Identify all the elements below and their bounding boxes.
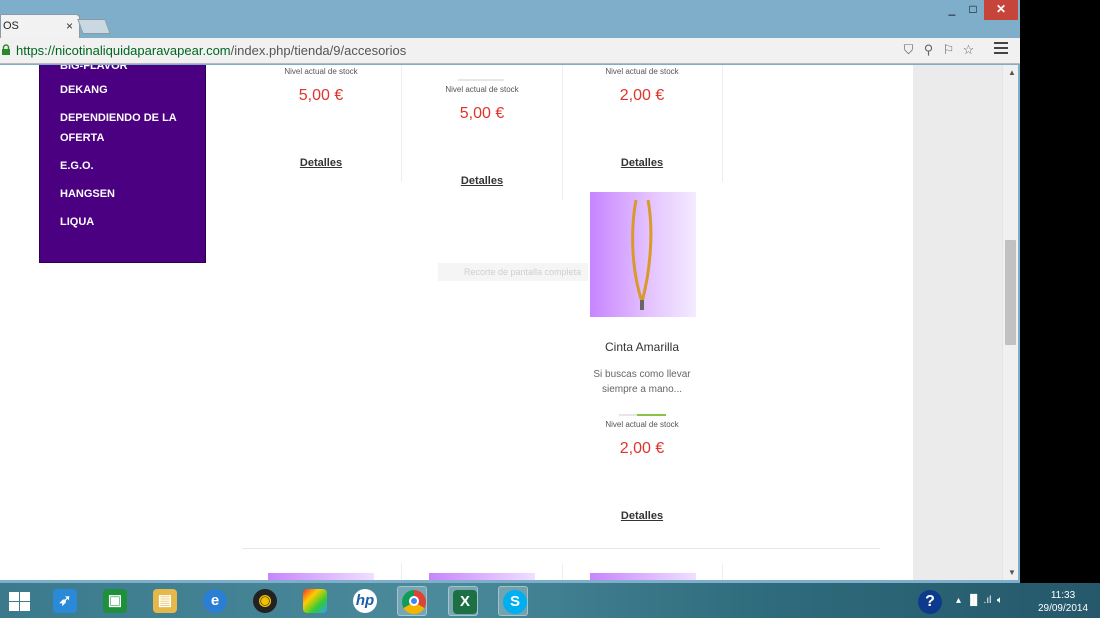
description-line: Si buscas como llevar [593,369,691,380]
sidebar-item-big-flavor[interactable]: BIG-FLAVOR [60,65,128,76]
chrome-icon [402,590,426,614]
stock-label: Nivel actual de stock [445,85,519,94]
scroll-down-icon[interactable]: ▼ [1008,568,1016,577]
network-icon[interactable]: ▐▌ .ıl [964,595,992,606]
bookmark-star-icon[interactable]: ☆ [961,42,976,57]
show-hidden-icons-icon[interactable]: ▴ [956,595,961,606]
skype-icon: S [503,590,527,614]
taskbar-file-explorer[interactable]: ▤ [149,586,179,616]
vertical-scrollbar[interactable]: ▲ ▼ [1002,65,1018,580]
store-icon: ▣ [103,589,127,613]
excel-icon: X [453,590,477,614]
taskbar-media-app[interactable]: ◉ [249,586,279,616]
address-toolbar: https://nicotinaliquidaparavapear.com/in… [0,38,1020,64]
system-tray[interactable]: ▴ ▐▌ .ıl 🔈︎ [956,595,1003,606]
column-divider [722,65,723,182]
rocket-icon: ➶ [53,589,77,613]
column-divider [401,65,402,182]
details-link[interactable]: Detalles [582,510,702,522]
taskbar-photo-app[interactable] [299,586,329,616]
windows-logo-icon [9,592,19,601]
folder-icon: ▤ [153,589,177,613]
category-sidebar: BIG-FLAVOR DEKANG DEPENDIENDO DE LA OFER… [39,65,206,263]
taskbar-store-app[interactable]: ▣ [99,586,129,616]
taskbar-excel[interactable]: X [448,586,478,616]
product-name[interactable]: Cinta Amarilla [562,340,722,354]
tab-title: OS [3,20,19,32]
description-line: siempre a mano... [601,384,683,395]
stock-bar-track [619,414,637,416]
details-link[interactable]: Detalles [422,175,542,187]
details-link[interactable]: Detalles [582,157,702,169]
windows-taskbar: ➶ ▣ ▤ e ◉ hp X S ? ▴ ▐▌ .ıl 🔈︎ 11:33 29/… [0,583,1100,618]
scroll-up-icon[interactable]: ▲ [1008,68,1016,77]
stock-label: Nivel actual de stock [605,67,679,76]
close-button[interactable]: ✕ [984,0,1018,20]
sidebar-item-dekang[interactable]: DEKANG [60,80,108,100]
clock-time: 11:33 [1050,590,1076,601]
taskbar-chrome[interactable] [397,586,427,616]
maximize-button[interactable]: □ [964,2,982,22]
address-bar[interactable]: https://nicotinaliquidaparavapear.com/in… [16,43,406,58]
tab-close-icon[interactable]: × [66,19,73,33]
minimize-button[interactable]: _ [940,2,964,22]
scroll-thumb[interactable] [1005,240,1016,345]
column-divider [722,563,723,580]
sidebar-item-hangsen[interactable]: HANGSEN [60,184,115,204]
lanyard-image [631,199,653,310]
stock-bar [458,79,504,81]
browser-tab[interactable]: OS × [0,14,80,38]
sidebar-item-liqua[interactable]: LIQUA [60,212,94,232]
menu-icon[interactable] [994,42,1008,56]
zoom-icon[interactable]: ⚲ [921,42,936,57]
column-divider [562,563,563,580]
sidebar-item-dependiendo[interactable]: DEPENDIENDO DE LA [60,108,177,128]
taskbar-hp-app[interactable]: hp [349,586,379,616]
screenshot-overlay: Recorte de pantalla completa [438,263,588,281]
product-price: 2,00 € [619,87,665,104]
photo-icon [303,589,327,613]
sidebar-item-oferta[interactable]: OFERTA [60,128,104,148]
shield-icon[interactable]: ⛉ [901,42,916,57]
product-thumbnail[interactable] [268,573,374,580]
product-price: 5,00 € [459,105,505,122]
taskbar-internet-explorer[interactable]: e [199,586,229,616]
stock-bar-fill [637,414,666,416]
column-divider [562,65,563,200]
product-thumbnail[interactable] [590,573,696,580]
help-icon[interactable]: ? [918,590,942,614]
sidebar-item-ego[interactable]: E.G.O. [60,156,94,176]
lock-icon [2,44,10,55]
url-path: /index.php/tienda/9/accesorios [230,43,407,58]
page-content: BIG-FLAVOR DEKANG DEPENDIENDO DE LA OFER… [0,65,913,580]
ie-icon: e [203,589,227,613]
volume-icon[interactable]: 🔈︎ [994,595,1003,606]
hp-icon: hp [353,589,377,613]
details-link[interactable]: Detalles [262,157,380,169]
title-bar: OS × _ □ ✕ [0,0,1020,38]
media-icon: ◉ [253,589,277,613]
system-clock[interactable]: 11:33 29/09/2014 [1034,589,1092,615]
product-price: 2,00 € [619,440,665,457]
url-host: https://nicotinaliquidaparavapear.com [16,43,231,58]
taskbar-skype[interactable]: S [498,586,528,616]
stock-label: Nivel actual de stock [284,67,358,76]
column-divider [401,563,402,580]
extension-icon[interactable]: ⚐ [941,42,956,57]
clock-date: 29/09/2014 [1037,603,1089,614]
stock-label: Nivel actual de stock [605,420,679,429]
product-price: 5,00 € [298,87,344,104]
row-divider [242,548,880,549]
product-image[interactable] [590,192,696,317]
start-button[interactable] [9,592,31,611]
product-description: Si buscas como llevar siempre a mano... [574,367,710,397]
new-tab-button[interactable] [77,19,111,34]
taskbar-rocket-app[interactable]: ➶ [49,586,79,616]
product-thumbnail[interactable] [429,573,535,580]
page-viewport: BIG-FLAVOR DEKANG DEPENDIENDO DE LA OFER… [0,65,1002,580]
